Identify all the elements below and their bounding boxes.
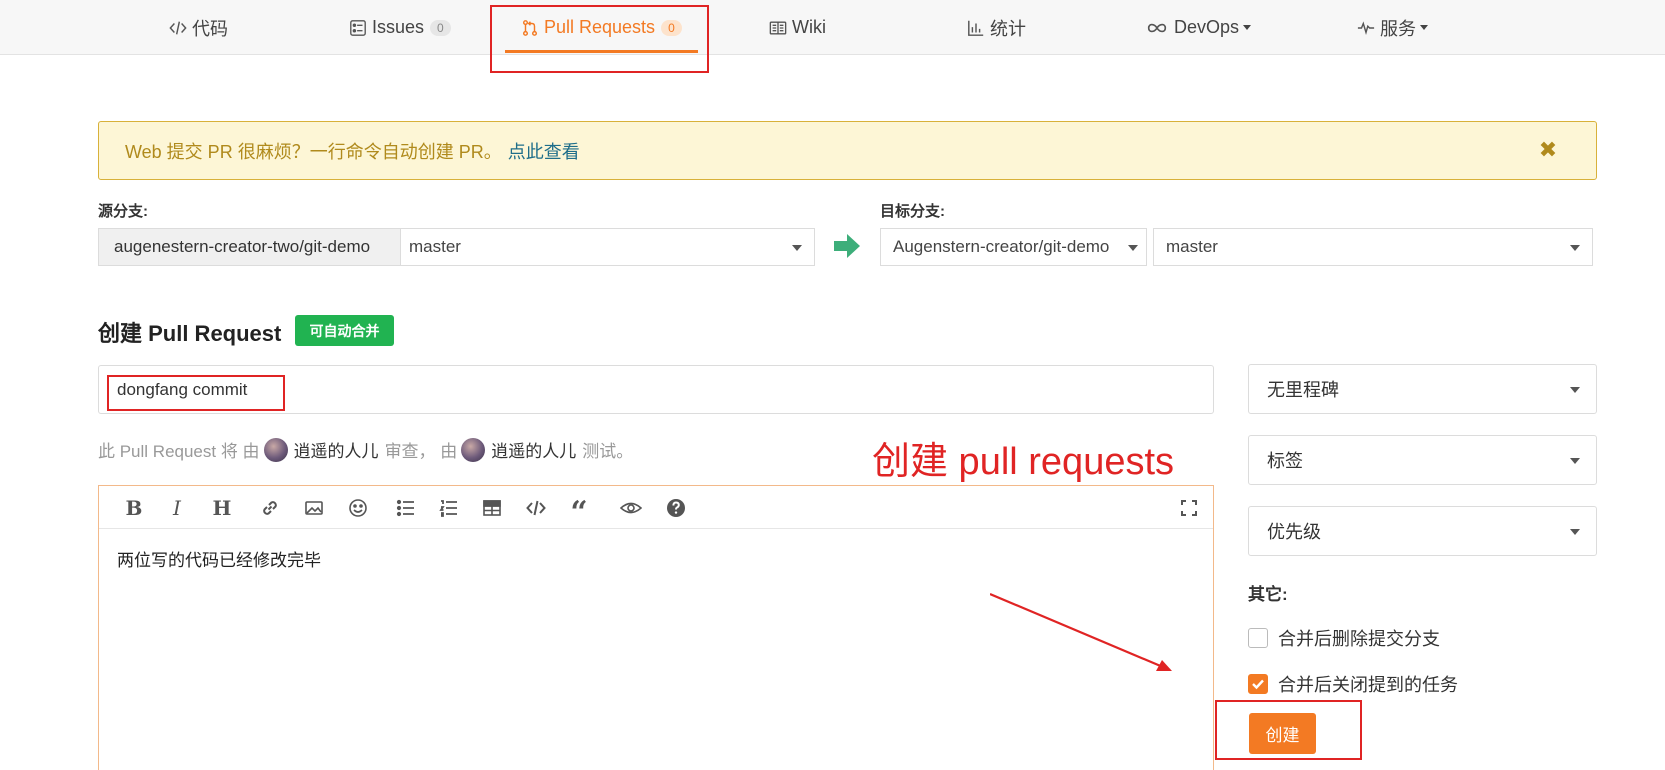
arrow-right-icon [834,234,860,258]
other-options-label: 其它: [1248,585,1288,604]
issues-count-badge: 0 [430,19,451,36]
bold-icon[interactable]: B [121,495,147,521]
emoji-icon[interactable] [345,495,371,521]
image-icon[interactable] [301,495,327,521]
table-icon[interactable] [479,495,505,521]
code-icon [168,18,188,38]
notice-text: Web 提交 PR 很麻烦？一行命令自动创建 PR。 [125,141,502,162]
source-repo: augenestern-creator-two/git-demo [98,228,400,266]
milestone-select[interactable]: 无里程碑 [1248,364,1597,414]
pulse-icon [1356,18,1376,38]
target-repo-select[interactable]: Augenstern-creator/git-demo [880,228,1147,266]
tab-services[interactable]: 服务 [1356,0,1428,55]
preview-icon[interactable] [618,495,644,521]
tab-stats[interactable]: 统计 [966,0,1026,55]
chevron-down-icon [792,245,802,251]
book-icon [768,18,788,38]
notice-banner: Web 提交 PR 很麻烦？一行命令自动创建 PR。 点此查看 ✖ [98,121,1597,180]
notice-link[interactable]: 点此查看 [508,138,580,164]
tab-wiki[interactable]: Wiki [768,0,826,55]
check-icon [1252,679,1264,690]
tab-services-label: 服务 [1380,18,1416,39]
priority-value: 优先级 [1267,522,1321,542]
issues-icon [348,18,368,38]
heading-icon[interactable]: H [209,495,235,521]
tab-wiki-label: Wiki [792,17,826,37]
avatar [461,437,486,462]
chevron-down-icon [1243,25,1252,30]
labels-select[interactable]: 标签 [1248,435,1597,485]
tab-stats-label: 统计 [990,18,1026,39]
tab-code[interactable]: 代码 [168,0,228,55]
bar-chart-icon [966,18,986,38]
labels-value: 标签 [1267,451,1303,471]
source-branch-value: master [409,237,461,256]
chevron-down-icon [1128,245,1138,251]
page-title: 创建 Pull Request [98,321,282,346]
delete-branch-label: 合并后删除提交分支 [1278,629,1440,649]
source-branch-label: 源分支: [98,203,148,220]
pr-title-input[interactable] [98,365,1214,414]
chevron-down-icon [1570,529,1580,535]
reviewer-prefix: 此 Pull Request 将 由 [98,442,260,461]
tab-devops[interactable]: DevOps [1144,0,1252,55]
chevron-down-icon [1570,458,1580,464]
tester-name[interactable]: 逍遥的人儿 [491,437,576,462]
avatar [263,437,288,462]
target-branch-value: master [1166,237,1218,256]
chevron-down-icon [1570,245,1580,251]
help-icon[interactable] [663,495,689,521]
close-icon[interactable]: ✖ [1536,138,1560,162]
target-repo-value: Augenstern-creator/git-demo [893,237,1110,256]
markdown-editor[interactable]: B I H “ 两位写的代码已经修改完毕 [98,485,1214,770]
tab-devops-label: DevOps [1174,17,1240,37]
target-branch-select[interactable]: master [1153,228,1593,266]
tab-code-label: 代码 [192,18,228,39]
tester-suffix: 测试。 [582,442,634,461]
source-branch-select[interactable]: master [400,228,815,266]
infinity-icon [1144,18,1170,38]
chevron-down-icon [1570,387,1580,393]
reviewer-name[interactable]: 逍遥的人儿 [294,437,379,462]
annotation-highlight-box [490,5,709,73]
repo-nav: 代码 Issues 0 Pull Requests 0 Wiki 统计 DevO… [0,0,1665,55]
chevron-down-icon [1420,25,1428,30]
mergeable-badge: 可自动合并 [295,315,394,346]
quote-icon[interactable]: “ [566,495,592,528]
fullscreen-icon[interactable] [1176,495,1202,521]
italic-icon[interactable]: I [164,495,190,521]
annotation-caption: 创建 pull requests [872,441,1175,483]
close-issues-checkbox[interactable] [1248,674,1268,694]
pr-description-text[interactable]: 两位写的代码已经修改完毕 [117,546,321,571]
unordered-list-icon[interactable] [393,495,419,521]
tab-issues[interactable]: Issues 0 [348,0,451,55]
editor-toolbar: B I H “ [99,486,1213,529]
reviewer-info: 此 Pull Request 将 由 逍遥的人儿 审查， 由 逍遥的人儿 测试。 [98,437,633,462]
target-branch-label: 目标分支: [880,203,945,220]
delete-branch-option[interactable]: 合并后删除提交分支 [1248,625,1440,651]
code-icon[interactable] [523,495,549,521]
create-button[interactable]: 创建 [1249,713,1316,754]
tab-issues-label: Issues [372,17,425,37]
reviewer-suffix: 审查， 由 [384,442,458,461]
close-issues-label: 合并后关闭提到的任务 [1278,675,1458,695]
milestone-value: 无里程碑 [1267,380,1339,400]
priority-select[interactable]: 优先级 [1248,506,1597,556]
close-issues-option[interactable]: 合并后关闭提到的任务 [1248,671,1458,697]
ordered-list-icon[interactable] [436,495,462,521]
link-icon[interactable] [257,495,283,521]
delete-branch-checkbox[interactable] [1248,628,1268,648]
